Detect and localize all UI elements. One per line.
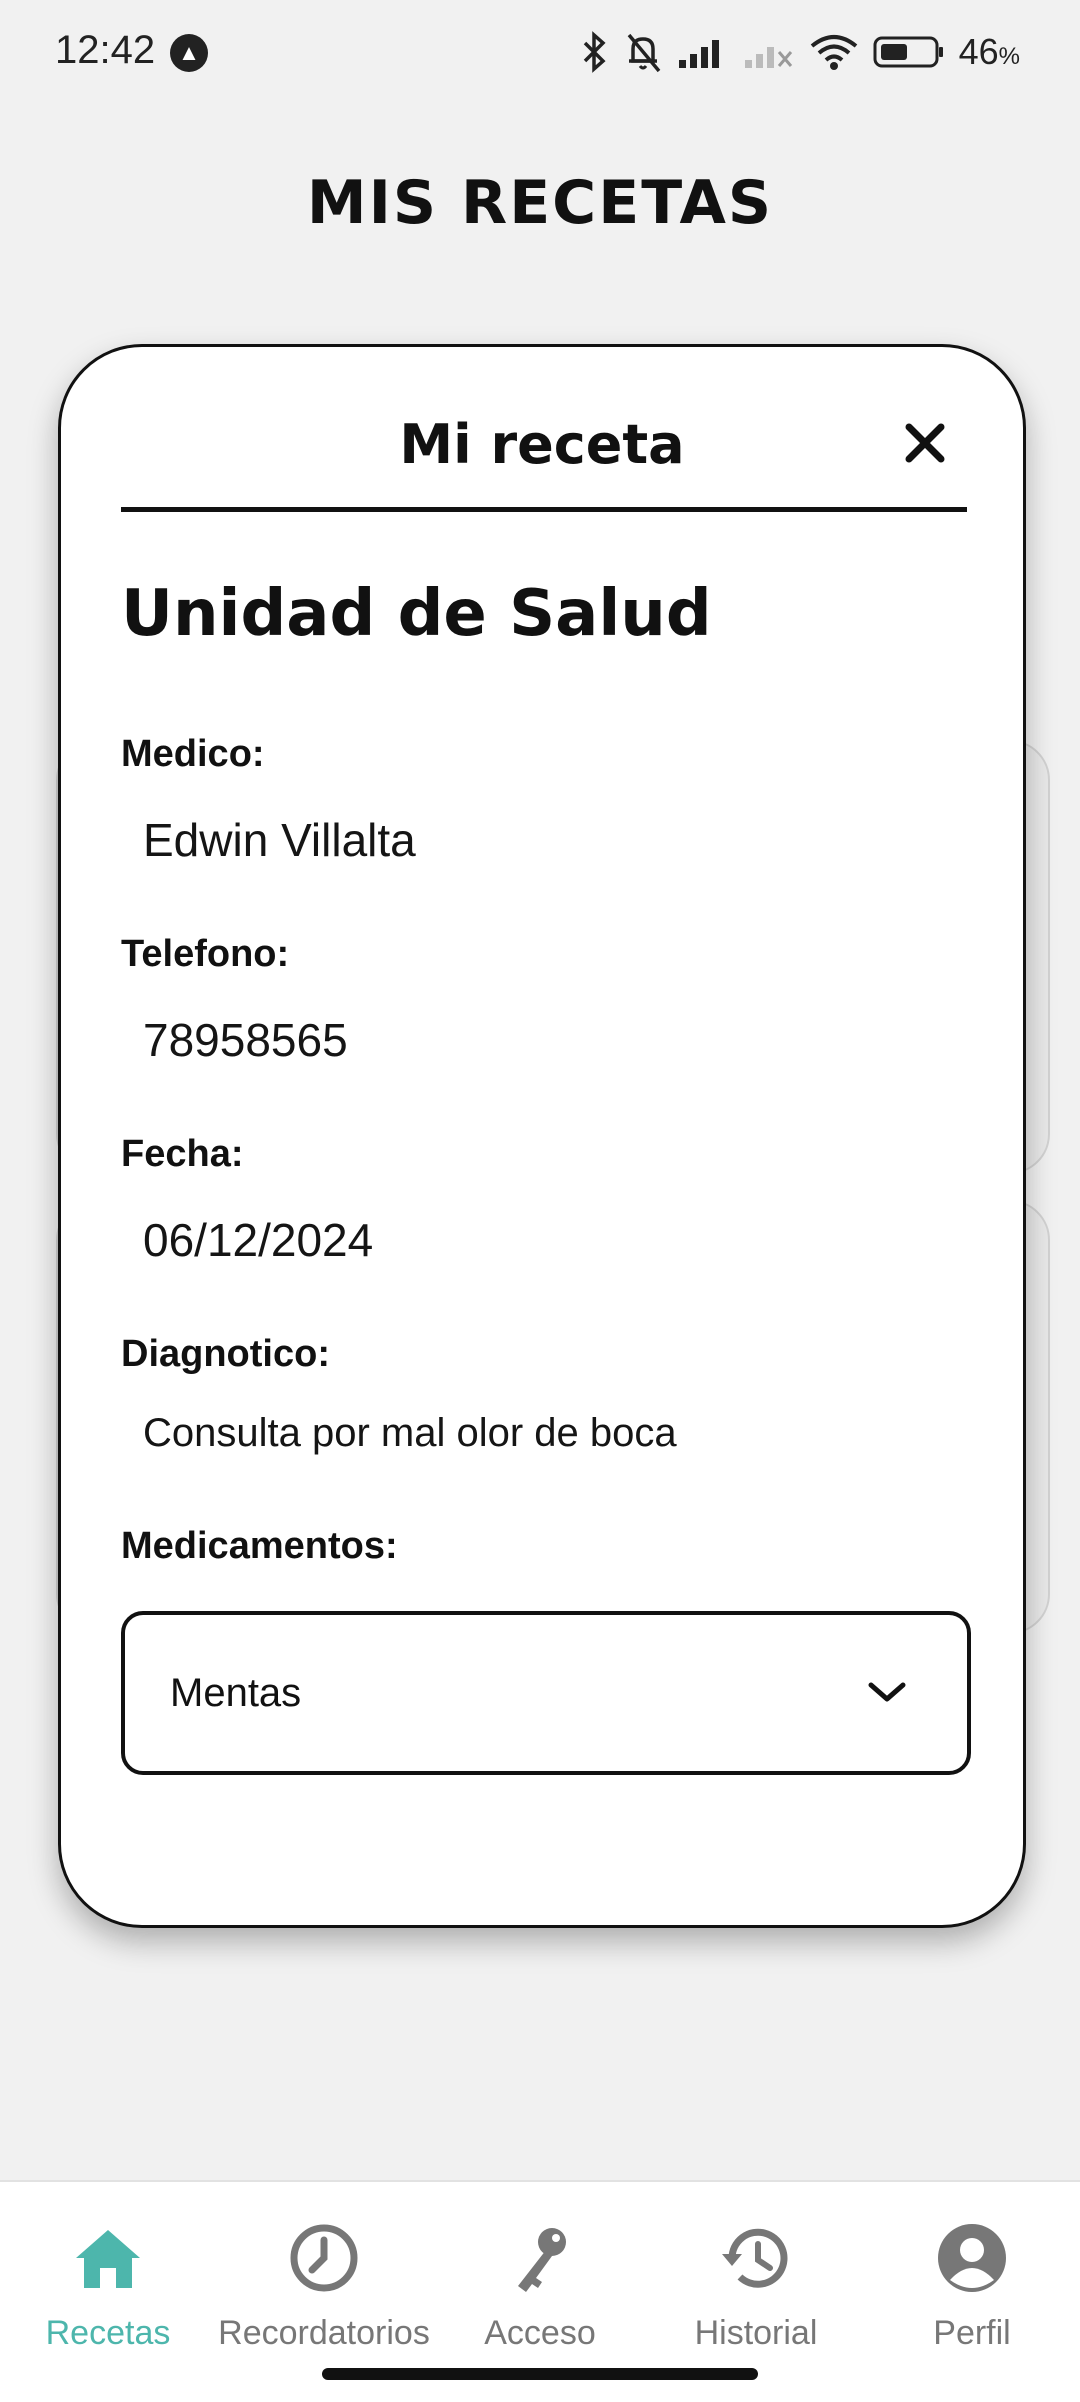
modal-divider <box>121 507 967 512</box>
medications-select[interactable]: Mentas <box>121 1611 971 1775</box>
battery-icon <box>873 36 943 68</box>
medications-selected-value: Mentas <box>170 1671 302 1715</box>
close-icon <box>905 423 945 463</box>
wifi-icon <box>810 35 857 70</box>
history-icon <box>722 2228 788 2288</box>
app-notification-icon: ▲ <box>170 34 208 72</box>
signal-secondary-icon <box>744 47 792 68</box>
nav-label: Recetas <box>45 2314 171 2352</box>
phone-label: Telefono: <box>121 933 290 975</box>
nav-historial[interactable]: Historial <box>648 2200 864 2380</box>
doctor-label: Medico: <box>121 733 265 775</box>
signal-icon <box>678 40 719 68</box>
status-bar: 12:42 ▲ 46% <box>0 0 1080 104</box>
nav-perfil[interactable]: Perfil <box>864 2200 1080 2380</box>
nav-label: Recordatorios <box>218 2314 430 2352</box>
page-title: MIS RECETAS <box>306 168 774 238</box>
date-value: 06/12/2024 <box>143 1214 374 1266</box>
chevron-down-icon <box>868 1682 906 1702</box>
facility-name: Unidad de Salud <box>121 577 712 651</box>
date-label: Fecha: <box>121 1133 244 1175</box>
nav-label: Acceso <box>484 2314 596 2352</box>
nav-label: Historial <box>694 2314 818 2352</box>
nav-recordatorios[interactable]: Recordatorios <box>216 2200 432 2380</box>
phone-value: 78958565 <box>143 1014 348 1066</box>
close-button[interactable] <box>897 415 953 471</box>
clock-icon <box>290 2224 358 2292</box>
battery-percent: 46% <box>958 31 1020 72</box>
home-indicator[interactable] <box>322 2368 758 2380</box>
nav-acceso[interactable]: Acceso <box>432 2200 648 2380</box>
status-icons: 46% <box>579 28 1020 76</box>
diagnosis-value: Consulta por mal olor de boca <box>143 1411 677 1455</box>
key-icon <box>518 2228 566 2292</box>
doctor-value: Edwin Villalta <box>143 814 416 866</box>
nav-recetas[interactable]: Recetas <box>0 2200 216 2380</box>
medications-label: Medicamentos: <box>121 1525 398 1567</box>
diagnosis-label: Diagnotico: <box>121 1333 330 1375</box>
nav-label: Perfil <box>933 2314 1011 2352</box>
profile-icon <box>938 2224 1006 2292</box>
status-time: 12:42 <box>55 28 156 72</box>
muted-bell-icon <box>627 33 660 73</box>
home-icon <box>76 2230 140 2288</box>
modal-title: Mi receta <box>399 413 685 476</box>
bluetooth-icon <box>583 31 606 73</box>
prescription-modal: Mi receta Unidad de Salud Medico: Edwin … <box>58 344 1026 1928</box>
